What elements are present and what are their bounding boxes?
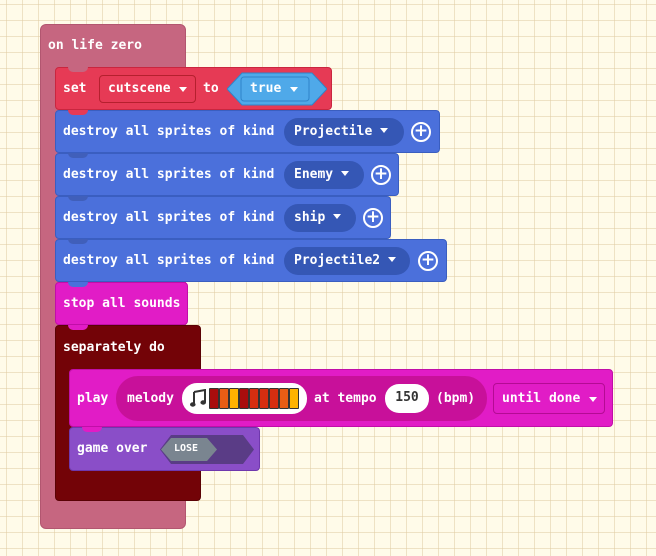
melody-note (259, 388, 269, 409)
music-note-icon (190, 389, 206, 407)
play-mode-dropdown[interactable]: until done (493, 383, 605, 414)
destroy-sprites-block[interactable]: destroy all sprites of kind Enemy + (55, 153, 399, 196)
stop-sounds-label: stop all sounds (63, 296, 181, 311)
destroy-label: destroy all sprites of kind (63, 167, 275, 182)
melody-note (229, 388, 239, 409)
melody-note (239, 388, 249, 409)
chevron-down-icon (333, 214, 342, 219)
chevron-down-icon (290, 87, 298, 92)
play-melody-block[interactable]: play melody at tempo 150 (bpm) until don… (69, 369, 613, 427)
add-icon[interactable]: + (371, 165, 391, 185)
block-notch (82, 427, 102, 432)
destroy-label: destroy all sprites of kind (63, 253, 275, 268)
boolean-value: true (250, 81, 282, 96)
block-notch (68, 153, 88, 158)
add-icon[interactable]: + (411, 122, 431, 142)
melody-note (249, 388, 259, 409)
block-notch (68, 110, 88, 115)
destroy-sprites-block[interactable]: destroy all sprites of kind Projectile2 … (55, 239, 447, 282)
set-variable-block[interactable]: set cutscene to true (55, 67, 332, 110)
melody-block[interactable]: melody at tempo 150 (bpm) (116, 376, 487, 421)
event-label: on life zero (48, 38, 142, 53)
play-mode-value: until done (502, 391, 581, 406)
to-label: to (203, 81, 219, 96)
block-notch (68, 196, 88, 201)
melody-label: melody (127, 391, 174, 406)
game-result: LOSE (174, 443, 199, 454)
tempo-value: 150 (395, 390, 419, 405)
sprite-kind-value: ship (294, 210, 326, 225)
block-notch (68, 67, 88, 72)
chevron-down-icon (589, 397, 597, 402)
bpm-label: (bpm) (436, 391, 476, 406)
set-keyword: set (63, 81, 87, 96)
variable-dropdown[interactable]: cutscene (99, 75, 196, 103)
destroy-sprites-block[interactable]: destroy all sprites of kind Projectile + (55, 110, 440, 153)
tempo-label: at tempo (314, 391, 377, 406)
play-label: play (77, 391, 109, 406)
block-notch (68, 239, 88, 244)
chevron-down-icon (341, 171, 350, 176)
separately-do-label: separately do (63, 340, 165, 355)
sprite-kind-value: Projectile2 (294, 253, 381, 268)
melody-editor[interactable] (182, 383, 307, 414)
chevron-down-icon (388, 257, 397, 262)
variable-name: cutscene (108, 81, 171, 96)
add-icon[interactable]: + (418, 251, 438, 271)
sprite-kind-dropdown[interactable]: Projectile2 (284, 247, 410, 275)
game-over-block[interactable]: game over LOSE (69, 427, 260, 471)
add-icon[interactable]: + (363, 208, 383, 228)
destroy-label: destroy all sprites of kind (63, 124, 275, 139)
sprite-kind-value: Enemy (294, 167, 334, 182)
destroy-sprites-block[interactable]: destroy all sprites of kind ship + (55, 196, 391, 239)
stop-all-sounds-block[interactable]: stop all sounds (55, 282, 188, 325)
melody-note (279, 388, 289, 409)
sprite-kind-dropdown[interactable]: Enemy (284, 161, 364, 189)
sprite-kind-value: Projectile (294, 124, 373, 139)
sprite-kind-dropdown[interactable]: ship (284, 204, 356, 232)
block-notch (68, 325, 88, 330)
game-over-label: game over (77, 441, 148, 456)
melody-note (269, 388, 279, 409)
chevron-down-icon (380, 128, 389, 133)
melody-note (209, 388, 219, 409)
tempo-input[interactable]: 150 (385, 384, 429, 413)
block-notch (68, 282, 88, 287)
destroy-label: destroy all sprites of kind (63, 210, 275, 225)
chevron-down-icon (179, 87, 187, 92)
melody-note (219, 388, 229, 409)
sprite-kind-dropdown[interactable]: Projectile (284, 118, 404, 146)
melody-note (289, 388, 299, 409)
